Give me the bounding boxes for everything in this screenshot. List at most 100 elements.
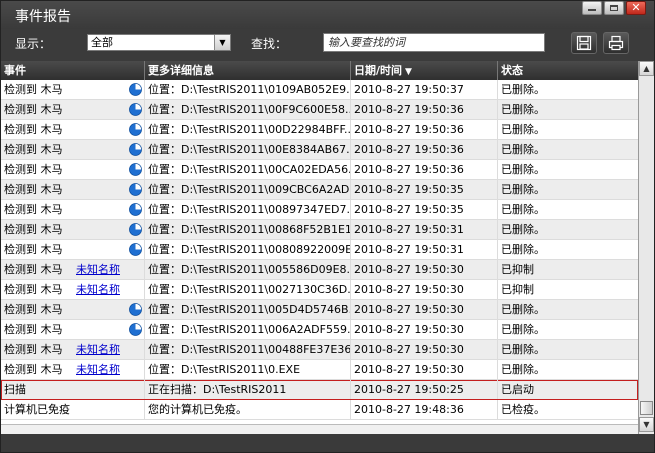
event-text: 检测到 木马: [4, 83, 63, 96]
details-cell: 位置：D:\TestRIS2011\00868F52B1E1...: [145, 220, 351, 239]
event-cell: 检测到 木马: [1, 160, 145, 179]
datetime-cell: 2010-8-27 19:50:30: [351, 340, 498, 359]
status-cell: 已删除。: [501, 223, 545, 236]
pie-chart-icon[interactable]: [129, 163, 142, 176]
details-cell: 位置：D:\TestRIS2011\00F9C600E58...: [145, 100, 351, 119]
datetime-cell: 2010-8-27 19:50:30: [351, 260, 498, 279]
status-cell: 已删除。: [501, 143, 545, 156]
print-button[interactable]: [603, 32, 629, 54]
minimize-icon: [588, 9, 596, 11]
event-cell: 计算机已免疫: [1, 400, 145, 419]
status-cell: 已删除。: [501, 203, 545, 216]
window-controls: ✕: [582, 1, 646, 15]
chevron-down-icon[interactable]: ▼: [214, 35, 230, 50]
minimize-button[interactable]: [582, 1, 602, 15]
table-row[interactable]: 检测到 木马 位置：D:\TestRIS2011\00E8384AB67... 20…: [1, 140, 638, 160]
table-row[interactable]: 检测到 木马 位置：D:\TestRIS2011\00D22984BFF... 20…: [1, 120, 638, 140]
table-row[interactable]: 检测到 木马 位置：D:\TestRIS2011\005D4D5746B... 20…: [1, 300, 638, 320]
close-button[interactable]: ✕: [626, 1, 646, 15]
table-row[interactable]: 扫描 正在扫描：D:\TestRIS2011 2010-8-27 19:50:25 已…: [1, 380, 638, 400]
column-header-status[interactable]: 状态: [498, 61, 638, 80]
event-cell: 检测到 木马 未知名称: [1, 360, 145, 379]
threat-name-link[interactable]: 未知名称: [76, 360, 120, 379]
table-row[interactable]: 检测到 木马 位置：D:\TestRIS2011\00F9C600E58... 20…: [1, 100, 638, 120]
table-row[interactable]: 检测到 木马 位置：D:\TestRIS2011\00808922009E... 2…: [1, 240, 638, 260]
column-header-details[interactable]: 更多详细信息: [145, 61, 351, 80]
close-icon: ✕: [631, 1, 641, 14]
details-cell: 您的计算机已免疫。: [145, 400, 351, 419]
details-cell: 位置：D:\TestRIS2011\00808922009E...: [145, 240, 351, 259]
event-cell: 检测到 木马 未知名称: [1, 260, 145, 279]
threat-name-link[interactable]: 未知名称: [76, 280, 120, 299]
details-cell: 位置：D:\TestRIS2011\00CA02EDA56...: [145, 160, 351, 179]
details-cell: 位置：D:\TestRIS2011\0.EXE: [145, 360, 351, 379]
table-row[interactable]: 检测到 木马 位置：D:\TestRIS2011\00868F52B1E1... 2…: [1, 220, 638, 240]
event-cell: 检测到 木马: [1, 100, 145, 119]
pie-chart-icon[interactable]: [129, 223, 142, 236]
status-cell: 已删除。: [501, 323, 545, 336]
datetime-cell: 2010-8-27 19:50:35: [351, 200, 498, 219]
datetime-cell: 2010-8-27 19:50:36: [351, 140, 498, 159]
pie-chart-icon[interactable]: [129, 323, 142, 336]
event-text: 检测到 木马: [4, 283, 63, 296]
details-cell: 位置：D:\TestRIS2011\005586D09E8...: [145, 260, 351, 279]
event-text: 检测到 木马: [4, 183, 63, 196]
pie-chart-icon[interactable]: [129, 303, 142, 316]
pie-chart-icon[interactable]: [129, 123, 142, 136]
pie-chart-icon[interactable]: [129, 183, 142, 196]
event-text: 检测到 木马: [4, 323, 63, 336]
datetime-cell: 2010-8-27 19:50:30: [351, 360, 498, 379]
status-cell: 已删除。: [501, 103, 545, 116]
scroll-up-button[interactable]: ▲: [639, 61, 654, 76]
status-cell: 已抑制: [501, 263, 534, 276]
search-input[interactable]: 输入要查找的词: [323, 33, 545, 52]
table-row[interactable]: 检测到 木马 未知名称 位置：D:\TestRIS2011\00488FE37E36…: [1, 340, 638, 360]
event-text: 计算机已免疫: [4, 403, 70, 416]
status-cell: 已抑制: [501, 283, 534, 296]
event-text: 检测到 木马: [4, 163, 63, 176]
threat-name-link[interactable]: 未知名称: [76, 340, 120, 359]
event-report-window: 事件报告 ✕ 显示： 全部 ▼ 查找： 输入要查找的词 事件 更多详细信息 日期…: [0, 0, 655, 453]
maximize-button[interactable]: [604, 1, 624, 15]
table-row[interactable]: 检测到 木马 位置：D:\TestRIS2011\00CA02EDA56... 20…: [1, 160, 638, 180]
details-cell: 位置：D:\TestRIS2011\00E8384AB67...: [145, 140, 351, 159]
save-icon: [576, 35, 592, 51]
scroll-thumb[interactable]: [640, 401, 653, 415]
datetime-cell: 2010-8-27 19:50:37: [351, 80, 498, 99]
horizontal-scroll-area: [1, 424, 638, 434]
table-row[interactable]: 检测到 木马 未知名称 位置：D:\TestRIS2011\005586D09E8.…: [1, 260, 638, 280]
details-cell: 位置：D:\TestRIS2011\006A2ADF559...: [145, 320, 351, 339]
pie-chart-icon[interactable]: [129, 143, 142, 156]
table-row[interactable]: 检测到 木马 位置：D:\TestRIS2011\006A2ADF559... 20…: [1, 320, 638, 340]
show-filter-select[interactable]: 全部 ▼: [87, 34, 231, 51]
title-bar[interactable]: 事件报告 ✕: [1, 1, 654, 29]
pie-chart-icon[interactable]: [129, 243, 142, 256]
table-row[interactable]: 检测到 木马 未知名称 位置：D:\TestRIS2011\0.EXE 2010-8-…: [1, 360, 638, 380]
table-row[interactable]: 检测到 木马 位置：D:\TestRIS2011\00897347ED7... 20…: [1, 200, 638, 220]
find-label: 查找：: [251, 37, 288, 51]
save-button[interactable]: [571, 32, 597, 54]
table-row[interactable]: 检测到 木马 位置：D:\TestRIS2011\0109AB052E9... 20…: [1, 80, 638, 100]
table-row[interactable]: 检测到 木马 未知名称 位置：D:\TestRIS2011\0027130C36D.…: [1, 280, 638, 300]
pie-chart-icon[interactable]: [129, 203, 142, 216]
column-header-event[interactable]: 事件: [1, 61, 145, 80]
threat-name-link[interactable]: 未知名称: [76, 260, 120, 279]
vertical-scrollbar[interactable]: ▲ ▼: [638, 61, 654, 434]
table-row[interactable]: 计算机已免疫 您的计算机已免疫。 2010-8-27 19:48:36 已检疫。: [1, 400, 638, 420]
event-cell: 检测到 木马: [1, 140, 145, 159]
status-bar: [1, 434, 654, 452]
datetime-cell: 2010-8-27 19:50:35: [351, 180, 498, 199]
datetime-cell: 2010-8-27 19:50:36: [351, 120, 498, 139]
table-row[interactable]: 检测到 木马 位置：D:\TestRIS2011\009CBC6A2AD... 20…: [1, 180, 638, 200]
datetime-header-label: 日期/时间: [354, 64, 403, 77]
datetime-cell: 2010-8-27 19:50:25: [351, 380, 498, 399]
column-header-datetime[interactable]: 日期/时间 ▼: [351, 61, 498, 80]
datetime-cell: 2010-8-27 19:50:31: [351, 240, 498, 259]
scroll-down-button[interactable]: ▼: [639, 417, 654, 432]
pie-chart-icon[interactable]: [129, 103, 142, 116]
event-text: 检测到 木马: [4, 123, 63, 136]
pie-chart-icon[interactable]: [129, 83, 142, 96]
details-cell: 正在扫描：D:\TestRIS2011: [145, 380, 351, 399]
datetime-cell: 2010-8-27 19:50:31: [351, 220, 498, 239]
event-text: 检测到 木马: [4, 143, 63, 156]
